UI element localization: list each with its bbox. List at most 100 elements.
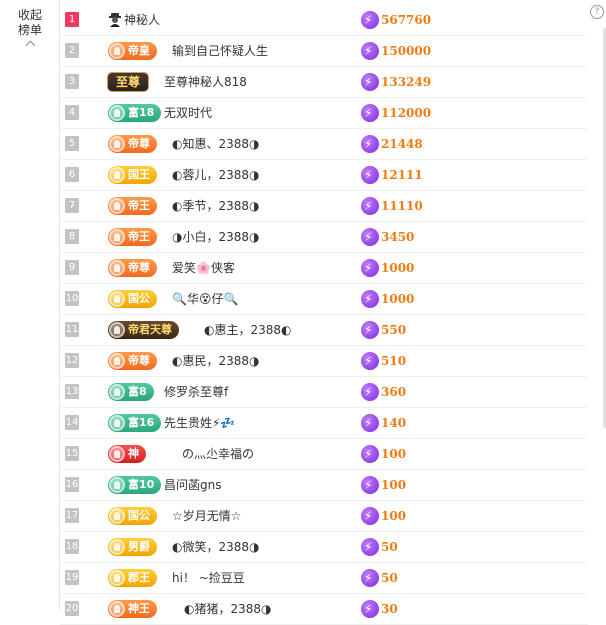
- rank-number: 19: [65, 570, 79, 585]
- mystery-person-icon: [108, 12, 122, 27]
- ranking-row[interactable]: 6 国王 ◐蓉儿，2388◑ 12111: [60, 160, 588, 191]
- lightning-icon: [361, 414, 379, 432]
- user-name[interactable]: 至尊神秘人818: [164, 73, 247, 91]
- user-name[interactable]: 昌问菡gns: [164, 476, 221, 494]
- badge-emblem-icon: [109, 415, 125, 431]
- ranking-row[interactable]: 15 神 の灬尐幸福の 100: [60, 439, 588, 470]
- score-value: 510: [381, 354, 407, 368]
- rank-number: 1: [65, 12, 79, 27]
- score-value: 21448: [381, 137, 423, 151]
- rank-number: 3: [65, 74, 79, 89]
- badge-label: 至尊: [116, 75, 141, 89]
- badge-label: 国公: [128, 509, 150, 522]
- rank-number: 12: [65, 353, 79, 368]
- ranking-row[interactable]: 5 帝尊 ◐知惠、2388◑ 21448: [60, 129, 588, 160]
- lightning-icon: [361, 507, 379, 525]
- user-name[interactable]: ◐猪猪，2388◑: [184, 600, 271, 618]
- ranking-row[interactable]: 20 神王 ◐猪猪，2388◑ 30: [60, 594, 588, 625]
- lightning-icon: [361, 538, 379, 556]
- ranking-row[interactable]: 17 国公 ☆岁月无情☆ 100: [60, 501, 588, 532]
- user-name[interactable]: ☆岁月无情☆: [172, 507, 242, 525]
- badge-emblem-icon: [109, 229, 125, 245]
- chevron-up-icon: [25, 40, 35, 51]
- user-name[interactable]: 爱笑🌸侠客: [172, 259, 235, 277]
- badge-emblem-icon: [109, 508, 125, 524]
- score-value: 140: [381, 416, 407, 430]
- ranking-row[interactable]: 4 富18 无双时代 112000: [60, 98, 588, 129]
- level-badge: 帝尊: [108, 135, 157, 153]
- badge-label: 郡王: [128, 571, 150, 584]
- user-name[interactable]: ◑小白，2388◑: [172, 228, 259, 246]
- lightning-icon: [361, 445, 379, 463]
- badge-label: 帝尊: [128, 137, 150, 150]
- level-badge: 男爵: [108, 538, 157, 556]
- badge-label: 神: [128, 447, 139, 460]
- ranking-row[interactable]: 2 帝皇 输到自己怀疑人生 150000: [60, 36, 588, 67]
- badge-emblem-icon: [109, 446, 125, 462]
- help-icon[interactable]: ?: [590, 5, 604, 19]
- user-name[interactable]: ◐微笑，2388◑: [172, 538, 259, 556]
- score-value: 50: [381, 540, 398, 554]
- ranking-row[interactable]: 12 帝尊 ◐惠民，2388◑ 510: [60, 346, 588, 377]
- collapse-label-2: 榜单: [17, 23, 42, 37]
- badge-label: 帝尊: [128, 261, 150, 274]
- rank-number: 11: [65, 322, 79, 337]
- user-name[interactable]: 输到自己怀疑人生: [172, 42, 268, 60]
- ranking-row[interactable]: 3 至尊 至尊神秘人818 133249: [60, 67, 588, 98]
- badge-emblem-icon: [109, 260, 125, 276]
- score-value: 50: [381, 571, 398, 585]
- ranking-row[interactable]: 9 帝尊 爱笑🌸侠客 1000: [60, 253, 588, 284]
- badge-emblem-icon: [109, 198, 125, 214]
- lightning-icon: [361, 259, 379, 277]
- user-name[interactable]: 先生贵姓⚡💤: [164, 414, 235, 432]
- badge-label: 国公: [128, 292, 150, 305]
- user-name[interactable]: ◐知惠、2388◑: [172, 135, 259, 153]
- user-name[interactable]: の灬尐幸福の: [182, 445, 254, 463]
- user-name[interactable]: ◐惠主，2388◐: [204, 321, 291, 339]
- rank-number: 17: [65, 508, 79, 523]
- score-value: 3450: [381, 230, 415, 244]
- ranking-row[interactable]: 14 富16 先生贵姓⚡💤 140: [60, 408, 588, 439]
- level-badge: 帝尊: [108, 352, 157, 370]
- score-value: 112000: [381, 106, 432, 120]
- user-name[interactable]: ◐惠民，2388◑: [172, 352, 259, 370]
- ranking-row[interactable]: 11 帝君天尊 ◐惠主，2388◐ 550: [60, 315, 588, 346]
- rank-number: 5: [65, 136, 79, 151]
- rank-number: 15: [65, 446, 79, 461]
- rank-number: 8: [65, 229, 79, 244]
- collapse-list-button[interactable]: 收起 榜单: [0, 8, 60, 51]
- lightning-icon: [361, 73, 379, 91]
- lightning-icon: [361, 290, 379, 308]
- user-name[interactable]: ◐季节，2388◑: [172, 197, 259, 215]
- badge-label: 帝尊: [128, 354, 150, 367]
- user-name[interactable]: hi！ ~捡豆豆: [172, 569, 245, 587]
- badge-emblem-icon: [109, 539, 125, 555]
- ranking-row[interactable]: 19 郡王 hi！ ~捡豆豆 50: [60, 563, 588, 594]
- user-name[interactable]: ◐蓉儿，2388◑: [172, 166, 259, 184]
- level-badge: 富10: [108, 476, 162, 494]
- lightning-icon: [361, 197, 379, 215]
- user-name[interactable]: 神秘人: [124, 11, 160, 29]
- ranking-row[interactable]: 7 帝王 ◐季节，2388◑ 11110: [60, 191, 588, 222]
- lightning-icon: [361, 135, 379, 153]
- lightning-icon: [361, 476, 379, 494]
- lightning-icon: [361, 11, 379, 29]
- ranking-row[interactable]: 13 富8 修罗杀至尊f 360: [60, 377, 588, 408]
- ranking-row[interactable]: 10 国公 🔍华😵仔🔍 1000: [60, 284, 588, 315]
- ranking-row[interactable]: 16 富10 昌问菡gns 100: [60, 470, 588, 501]
- user-name[interactable]: 🔍华😵仔🔍: [172, 290, 238, 308]
- level-badge: 富8: [108, 383, 154, 401]
- badge-emblem-icon: [109, 353, 125, 369]
- rank-number: 4: [65, 105, 79, 120]
- ranking-row[interactable]: 8 帝王 ◑小白，2388◑ 3450: [60, 222, 588, 253]
- ranking-row[interactable]: 18 男爵 ◐微笑，2388◑ 50: [60, 532, 588, 563]
- ranking-row[interactable]: 1 神秘人 567760: [60, 5, 588, 36]
- badge-label: 国王: [128, 168, 150, 181]
- user-name[interactable]: 修罗杀至尊f: [164, 383, 228, 401]
- badge-emblem-icon: [109, 136, 125, 152]
- lightning-icon: [361, 104, 379, 122]
- badge-label: 富18: [128, 106, 155, 119]
- level-badge: 郡王: [108, 569, 157, 587]
- user-name[interactable]: 无双时代: [164, 104, 212, 122]
- rank-number: 9: [65, 260, 79, 275]
